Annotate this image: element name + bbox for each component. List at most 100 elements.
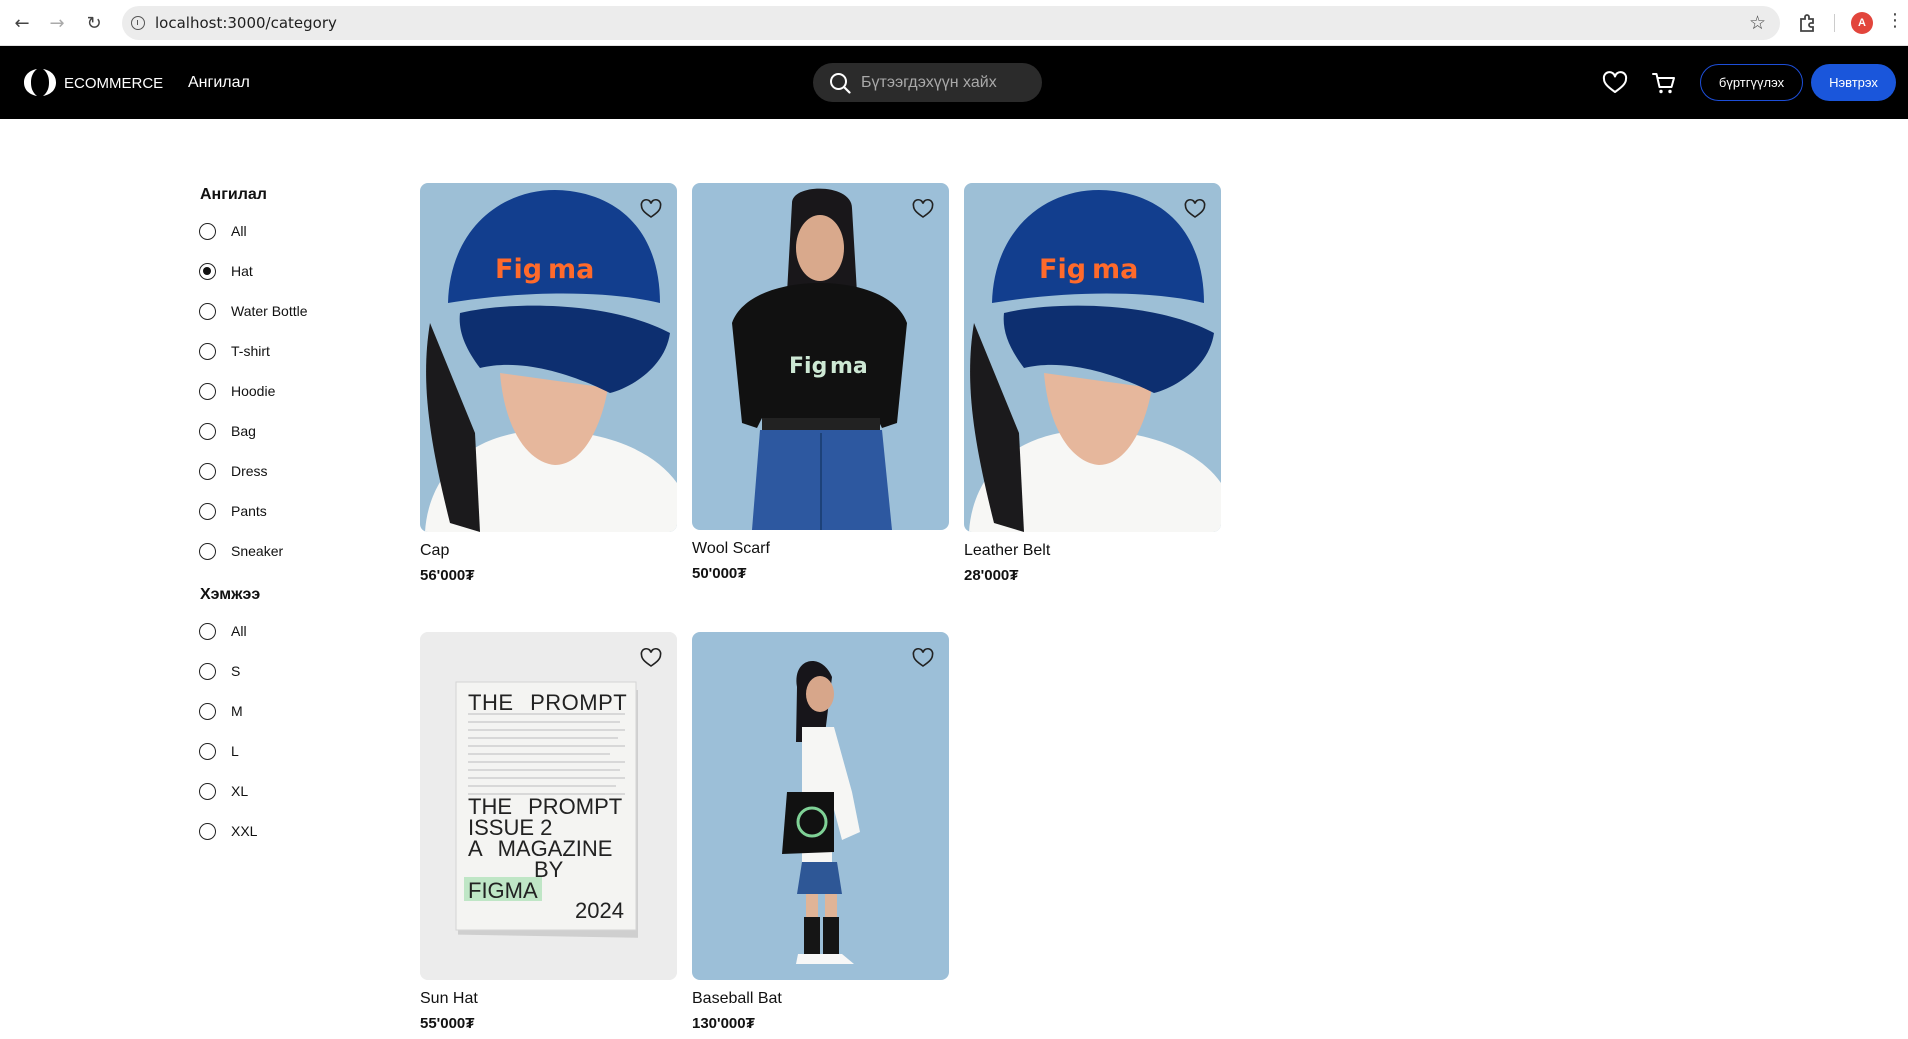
nav-category-link[interactable]: Ангилал xyxy=(188,74,250,92)
radio-button[interactable] xyxy=(199,622,216,640)
category-option[interactable]: Hat xyxy=(199,261,253,281)
radio-button[interactable] xyxy=(199,222,216,240)
browser-toolbar: ← → ↻ localhost:3000/category ☆ A ⋮ xyxy=(0,0,1908,46)
size-option-label: M xyxy=(231,703,243,719)
svg-text:Fig: Fig xyxy=(789,354,827,379)
svg-text:ma: ma xyxy=(830,354,868,379)
radio-button[interactable] xyxy=(199,422,216,440)
radio-button[interactable] xyxy=(199,462,216,480)
category-option[interactable]: Pants xyxy=(199,501,267,521)
category-option-label: Dress xyxy=(231,463,268,479)
size-option-label: L xyxy=(231,743,239,759)
category-option[interactable]: All xyxy=(199,221,247,241)
search-icon xyxy=(830,72,851,94)
size-option[interactable]: S xyxy=(199,661,240,681)
radio-button[interactable] xyxy=(199,342,216,360)
forward-icon[interactable]: → xyxy=(45,11,69,35)
profile-avatar[interactable]: A xyxy=(1851,12,1873,34)
product-card[interactable]: Baseball Bat 130'000₮ xyxy=(692,632,949,1032)
size-filter-title: Хэмжээ xyxy=(200,586,261,603)
product-card[interactable]: Fig ma Cap 56'000₮ xyxy=(420,183,677,584)
radio-button[interactable] xyxy=(199,662,216,680)
product-name[interactable]: Wool Scarf xyxy=(692,540,949,558)
favorite-heart-icon[interactable] xyxy=(640,198,662,220)
radio-button[interactable] xyxy=(199,302,216,320)
product-image[interactable]: Fig ma xyxy=(420,183,677,532)
magazine-line: A MAGAZINE xyxy=(468,836,613,861)
register-button[interactable]: бүртгүүлэх xyxy=(1700,64,1803,101)
url-text[interactable]: localhost:3000/category xyxy=(155,14,337,32)
magazine-line: THE PROMPT xyxy=(468,794,623,819)
radio-button[interactable] xyxy=(199,502,216,520)
product-price: 50'000₮ xyxy=(692,565,747,582)
tshirt-model-photo: Fig ma xyxy=(692,183,949,530)
radio-button[interactable] xyxy=(199,822,216,840)
site-info-icon[interactable] xyxy=(131,16,145,30)
magazine-year: 2024 xyxy=(575,898,624,923)
browser-menu-icon[interactable]: ⋮ xyxy=(1886,10,1904,31)
category-option[interactable]: Hoodie xyxy=(199,381,275,401)
product-image[interactable]: Fig ma xyxy=(964,183,1221,532)
product-name[interactable]: Sun Hat xyxy=(420,990,677,1008)
size-option[interactable]: XXL xyxy=(199,821,257,841)
category-option[interactable]: T-shirt xyxy=(199,341,270,361)
logo-icon[interactable] xyxy=(24,68,56,97)
favorite-heart-icon[interactable] xyxy=(1184,198,1206,220)
login-button[interactable]: Нэвтрэх xyxy=(1811,64,1896,101)
product-price: 56'000₮ xyxy=(420,567,475,584)
product-image[interactable] xyxy=(692,632,949,980)
radio-button[interactable] xyxy=(199,262,216,280)
product-image[interactable]: THE PROMPT THE PROMPT ISSUE 2 A MAGAZINE… xyxy=(420,632,677,980)
product-card[interactable]: THE PROMPT THE PROMPT ISSUE 2 A MAGAZINE… xyxy=(420,632,677,1032)
product-card[interactable]: Fig ma Wool Scarf 50'000₮ xyxy=(692,183,949,582)
favorite-heart-icon[interactable] xyxy=(640,647,662,669)
radio-button[interactable] xyxy=(199,702,216,720)
category-option[interactable]: Water Bottle xyxy=(199,301,308,321)
product-price: 55'000₮ xyxy=(420,1015,475,1032)
address-bar[interactable]: localhost:3000/category ☆ xyxy=(122,6,1780,40)
bookmark-star-icon[interactable]: ☆ xyxy=(1749,12,1766,34)
category-option[interactable]: Dress xyxy=(199,461,268,481)
search-input[interactable] xyxy=(861,73,1031,92)
search-bar[interactable] xyxy=(813,63,1042,102)
size-option-label: XXL xyxy=(231,823,258,839)
wishlist-heart-icon[interactable] xyxy=(1602,70,1628,96)
product-name[interactable]: Baseball Bat xyxy=(692,990,949,1008)
category-option-label: Pants xyxy=(231,503,267,519)
magazine-line: ISSUE 2 xyxy=(468,815,553,840)
favorite-heart-icon[interactable] xyxy=(912,647,934,669)
cap-model-photo: Fig ma xyxy=(420,183,677,532)
product-price: 28'000₮ xyxy=(964,567,1019,584)
category-option-label: All xyxy=(231,223,247,239)
size-option-label: XL xyxy=(231,783,249,799)
product-name[interactable]: Leather Belt xyxy=(964,542,1221,560)
site-header: ECOMMERCE Ангилал бүртгүүлэх Нэвтрэх xyxy=(0,46,1908,119)
product-card[interactable]: Fig ma Leather Belt 28'000₮ xyxy=(964,183,1221,584)
size-option[interactable]: L xyxy=(199,741,239,761)
radio-button[interactable] xyxy=(199,782,216,800)
size-option-label: S xyxy=(231,663,241,679)
tote-model-photo xyxy=(692,632,949,980)
brand-name[interactable]: ECOMMERCE xyxy=(64,75,163,92)
category-option-label: Water Bottle xyxy=(231,303,308,319)
radio-button[interactable] xyxy=(199,382,216,400)
size-option[interactable]: M xyxy=(199,701,243,721)
svg-text:Fig: Fig xyxy=(495,254,542,285)
radio-button[interactable] xyxy=(199,742,216,760)
size-option[interactable]: XL xyxy=(199,781,248,801)
category-option[interactable]: Bag xyxy=(199,421,256,441)
back-icon[interactable]: ← xyxy=(10,11,34,35)
cart-icon[interactable] xyxy=(1651,70,1677,96)
size-option[interactable]: All xyxy=(199,621,247,641)
favorite-heart-icon[interactable] xyxy=(912,198,934,220)
reload-icon[interactable]: ↻ xyxy=(82,11,106,35)
magazine-cover-text: THE PROMPT ISSUE 2 A MAGAZINE BY FIGMA xyxy=(468,794,643,902)
magazine-title: THE PROMPT xyxy=(468,690,628,715)
product-name[interactable]: Cap xyxy=(420,542,677,560)
product-image[interactable]: Fig ma xyxy=(692,183,949,530)
extensions-icon[interactable] xyxy=(1796,11,1820,35)
svg-text:ma: ma xyxy=(548,254,594,285)
radio-button[interactable] xyxy=(199,542,216,560)
category-option[interactable]: Sneaker xyxy=(199,541,283,561)
size-option-label: All xyxy=(231,623,247,639)
